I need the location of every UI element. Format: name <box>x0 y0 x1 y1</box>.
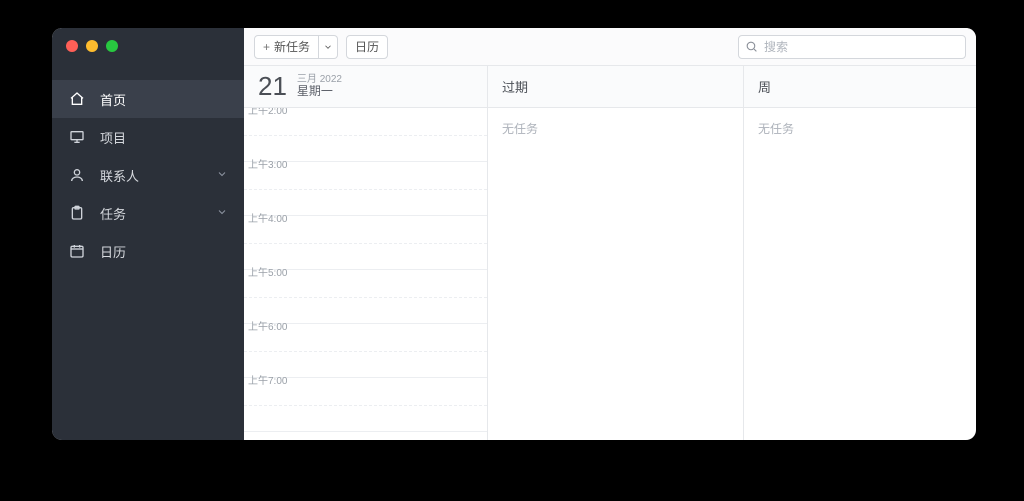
calendar-button[interactable]: 日历 <box>346 35 388 59</box>
search-field[interactable] <box>738 35 966 59</box>
calendar-icon <box>68 242 86 260</box>
sidebar: 首页 项目 联系人 <box>52 28 244 440</box>
home-icon <box>68 90 86 108</box>
time-row[interactable]: 上午5:00 <box>244 270 487 324</box>
main-content: + 新任务 日历 <box>244 28 976 440</box>
sidebar-item-label: 联系人 <box>100 166 216 185</box>
sidebar-item-projects[interactable]: 项目 <box>52 118 244 156</box>
app-window: 首页 项目 联系人 <box>52 28 976 440</box>
today-day-number: 21 <box>258 71 287 102</box>
minimize-window-button[interactable] <box>86 40 98 52</box>
week-title: 周 <box>758 77 771 96</box>
sidebar-item-label: 首页 <box>100 90 230 109</box>
new-task-dropdown-button[interactable] <box>319 35 338 59</box>
sidebar-item-home[interactable]: 首页 <box>52 80 244 118</box>
window-controls <box>52 28 244 62</box>
new-task-group: + 新任务 <box>254 35 338 59</box>
clipboard-icon <box>68 204 86 222</box>
calendar-button-label: 日历 <box>355 38 379 55</box>
sidebar-item-label: 日历 <box>100 242 230 261</box>
overdue-column-header: 过期 <box>488 66 743 108</box>
today-timeline[interactable]: 上午2:00上午3:00上午4:00上午5:00上午6:00上午7:00 <box>244 108 487 440</box>
chevron-down-icon <box>216 206 230 220</box>
time-row[interactable]: 上午2:00 <box>244 108 487 162</box>
sidebar-item-contacts[interactable]: 联系人 <box>52 156 244 194</box>
time-label: 上午4:00 <box>248 210 287 225</box>
sidebar-item-calendar[interactable]: 日历 <box>52 232 244 270</box>
today-meta: 三月 2022 星期一 <box>297 74 342 99</box>
sidebar-item-label: 项目 <box>100 128 230 147</box>
close-window-button[interactable] <box>66 40 78 52</box>
today-column-header: 21 三月 2022 星期一 <box>244 66 487 108</box>
time-label: 上午6:00 <box>248 318 287 333</box>
time-label: 上午7:00 <box>248 372 287 387</box>
week-body: 无任务 <box>744 108 976 440</box>
search-input[interactable] <box>764 40 959 54</box>
time-row[interactable]: 上午4:00 <box>244 216 487 270</box>
overdue-body: 无任务 <box>488 108 743 440</box>
toolbar: + 新任务 日历 <box>244 28 976 66</box>
overdue-column: 过期 无任务 <box>488 66 744 440</box>
overdue-title: 过期 <box>502 77 528 96</box>
new-task-label: 新任务 <box>274 38 310 55</box>
week-column: 周 无任务 <box>744 66 976 440</box>
time-label: 上午3:00 <box>248 156 287 171</box>
search-icon <box>745 40 759 54</box>
plus-icon: + <box>263 40 270 54</box>
fullscreen-window-button[interactable] <box>106 40 118 52</box>
week-empty-text: 无任务 <box>758 122 794 136</box>
time-row[interactable]: 上午3:00 <box>244 162 487 216</box>
today-column: 21 三月 2022 星期一 上午2:00上午3:00上午4:00上午5:00上… <box>244 66 488 440</box>
person-icon <box>68 166 86 184</box>
week-column-header: 周 <box>744 66 976 108</box>
overdue-empty-text: 无任务 <box>502 122 538 136</box>
columns: 21 三月 2022 星期一 上午2:00上午3:00上午4:00上午5:00上… <box>244 66 976 440</box>
presentation-icon <box>68 128 86 146</box>
time-label: 上午5:00 <box>248 264 287 279</box>
sidebar-item-label: 任务 <box>100 204 216 223</box>
sidebar-nav: 首页 项目 联系人 <box>52 62 244 270</box>
today-weekday: 星期一 <box>297 85 342 99</box>
time-row[interactable]: 上午6:00 <box>244 324 487 378</box>
time-label: 上午2:00 <box>248 108 287 117</box>
new-task-button[interactable]: + 新任务 <box>254 35 319 59</box>
chevron-down-icon <box>323 42 333 52</box>
chevron-down-icon <box>216 168 230 182</box>
time-row[interactable]: 上午7:00 <box>244 378 487 432</box>
sidebar-item-tasks[interactable]: 任务 <box>52 194 244 232</box>
